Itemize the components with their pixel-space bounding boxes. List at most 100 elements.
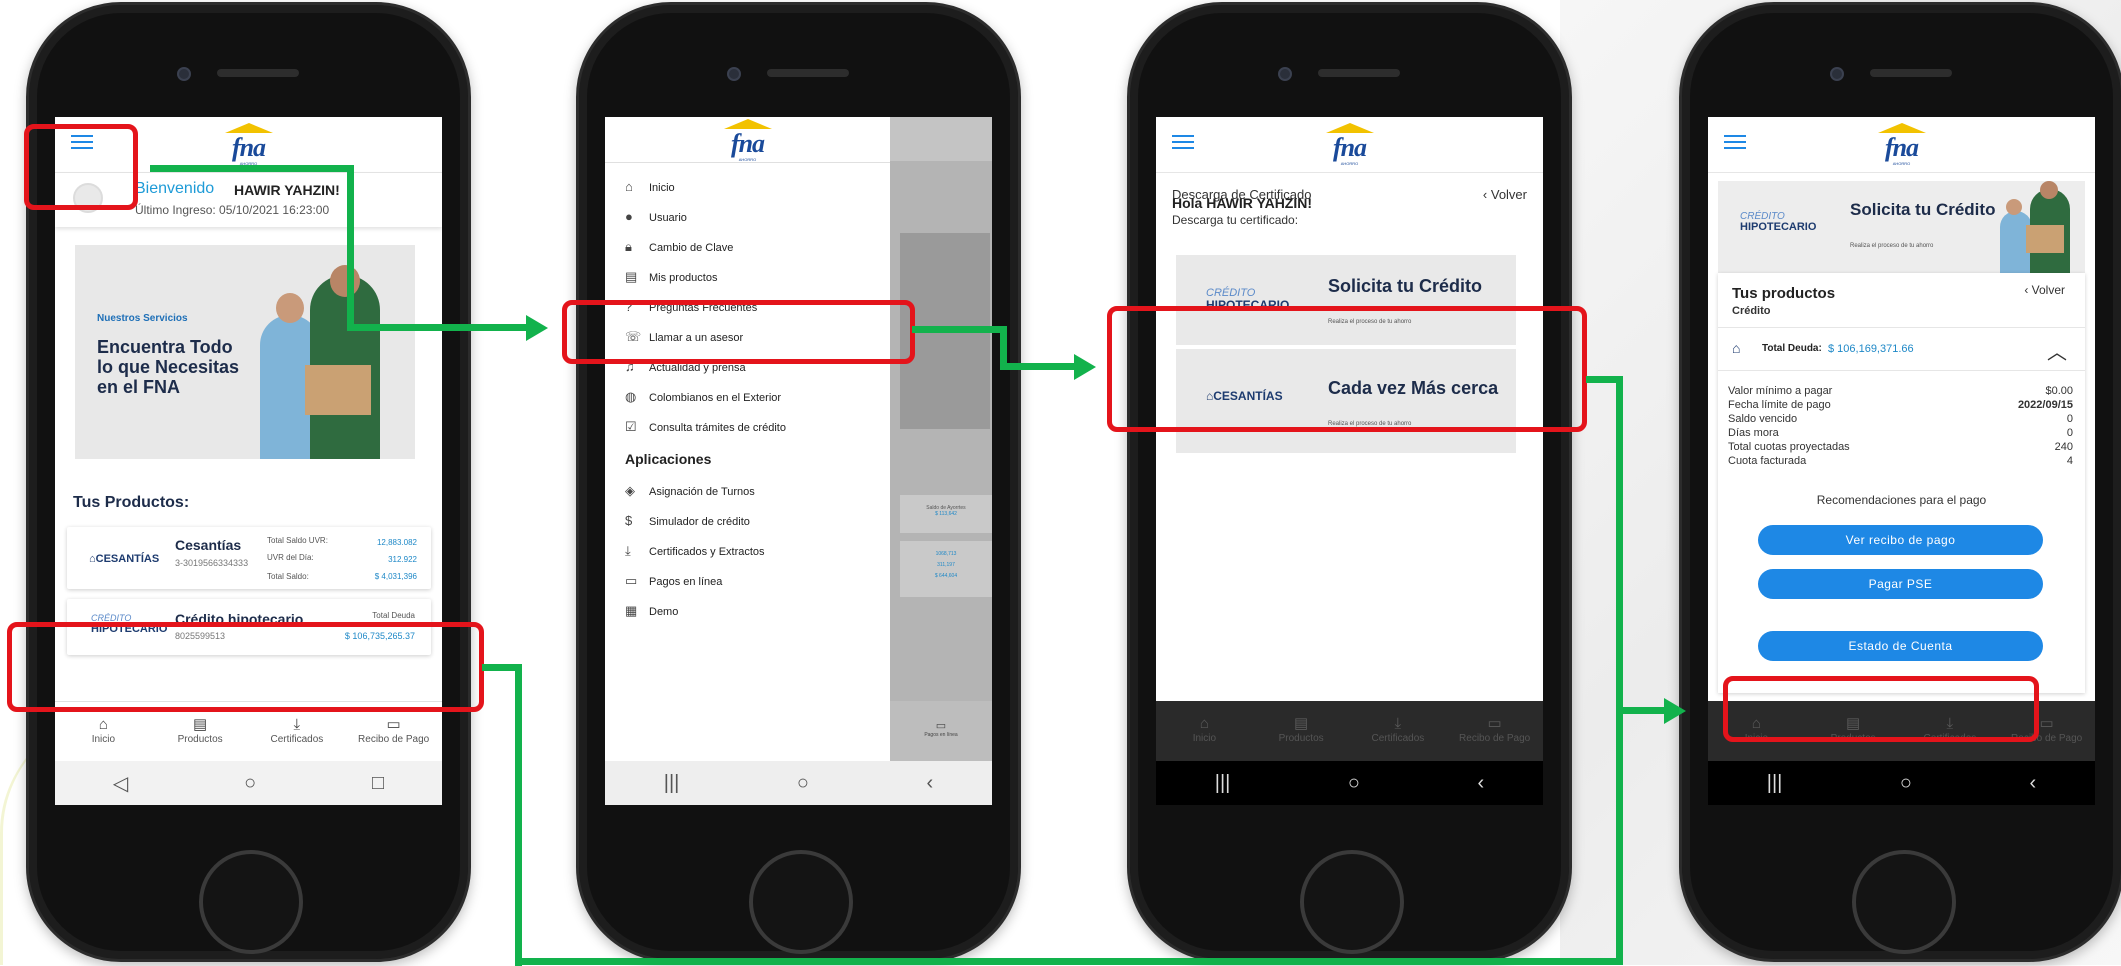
pagar-pse-button[interactable]: Pagar PSE [1758,569,2043,599]
home-icon: ⌂ [625,179,633,194]
home-button[interactable] [1300,850,1404,954]
banner-headline: Encuentra Todo lo que Necesitas en el FN… [97,337,240,397]
payment-recommendations: Recomendaciones para el pago [1816,493,1987,507]
speaker [217,69,299,77]
fna-logo: fna AHORRO [718,119,778,163]
flow-line [482,664,518,671]
menu-item-simulador[interactable]: $ Simulador de crédito [625,513,750,528]
drawer-overlay[interactable]: Saldo de Ayorrtes $ 113,642 1068,713 311,… [890,117,992,805]
flow-line [1000,363,1076,370]
clipboard-icon: ☑ [625,419,637,434]
nav-recibo[interactable]: ▭ Recibo de Pago [1446,701,1543,761]
recents-icon[interactable]: ||| [1767,772,1783,795]
flow-line [912,326,1006,333]
home-button[interactable] [749,850,853,954]
home-circle-icon[interactable]: ○ [1348,772,1360,795]
back-icon[interactable]: ‹ [1478,772,1485,795]
greeting: Hola HAWIR YAHZIN! [1172,195,1313,211]
menu-item-inicio[interactable]: ⌂ Inicio [625,179,675,194]
home-circle-icon[interactable]: ○ [1900,772,1912,795]
flow-line [1616,707,1666,714]
menu-item-mis-productos[interactable]: ▤ Mis productos [625,269,717,285]
phone-4: fna AHORRO CRÉDITO HIPOTECARIO Solicita tu… [1679,2,2121,962]
home-circle-icon[interactable]: ○ [797,772,809,795]
speaker [1318,69,1400,77]
hamburger-menu-icon[interactable] [1724,135,1746,151]
detail-row: Fecha límite de pago 2022/09/15 [1728,399,2073,411]
download-icon: ⤓ [293,716,301,733]
highlight-hamburger [24,124,138,210]
camera [727,67,741,81]
menu-item-cambio-clave[interactable]: 🔒︎ Cambio de Clave [625,239,733,255]
lock-icon: 🔒︎ [625,239,632,254]
highlight-credito-card [7,622,484,712]
house-icon: ⌂ [1732,340,1741,356]
chevron-up-icon[interactable]: ︿ [2047,336,2067,365]
flow-line [150,165,352,172]
download-icon: ⤓ [1394,715,1402,732]
menu-item-demo[interactable]: ▦ Demo [625,603,678,619]
credito-hipotecario-logo: CRÉDITO HIPOTECARIO [1740,211,1817,233]
products-title: Tus productos [1732,285,1836,302]
estado-cuenta-button[interactable]: Estado de Cuenta [1758,631,2043,661]
system-nav: ||| ○ ‹ [605,761,992,805]
nav-productos[interactable]: ▤ Productos [1253,701,1350,761]
user-icon: ● [625,209,633,224]
menu-item-pagos[interactable]: ▭ Pagos en línea [625,573,722,589]
back-link[interactable]: ‹ Volver [1483,187,1527,202]
row-label: Total Saldo UVR: [267,536,328,545]
detail-row: Saldo vencido 0 [1728,413,2073,425]
flow-line [1616,376,1623,965]
menu-item-consulta[interactable]: ☑ Consulta trámites de crédito [625,419,786,435]
credito-banner: CRÉDITO HIPOTECARIO Solicita tu Crédito R… [1718,181,2085,273]
back-icon[interactable]: ‹ [2030,772,2037,795]
bottom-nav: ⌂ Inicio ▤ Productos ⤓ Certificados ▭ Recibo… [1156,701,1543,761]
banner-label: Nuestros Servicios [97,313,188,324]
flow-arrow-head [1664,698,1686,724]
flow-arrow-head [1074,354,1096,380]
ver-recibo-button[interactable]: Ver recibo de pago [1758,525,2043,555]
hamburger-menu-icon[interactable] [1172,135,1194,151]
highlight-solicita-credito [1107,306,1587,432]
fna-logo: fna AHORRO [1320,123,1380,167]
menu-item-exterior[interactable]: ◍ Colombianos en el Exterior [625,389,781,405]
recents-icon[interactable]: ||| [1215,772,1231,795]
flow-line [1586,376,1623,383]
home-button[interactable] [1852,850,1956,954]
home-circle-icon[interactable]: ○ [244,772,256,795]
system-nav: ||| ○ ‹ [1708,761,2095,805]
products-panel: Tus productos Crédito ‹ Volver ⌂ Total D… [1718,273,2085,693]
side-drawer: fna AHORRO ⌂ Inicio ● Usuario 🔒︎ Cambio de C… [605,117,890,805]
flow-line [515,958,1623,965]
nav-inicio[interactable]: ⌂ Inicio [1156,701,1253,761]
recents-icon[interactable]: □ [372,772,384,795]
nav-certificados[interactable]: ⤓ Certificados [1350,701,1447,761]
menu-item-usuario[interactable]: ● Usuario [625,209,687,224]
product-card-cesantias[interactable]: ⌂CESANTÍAS Cesantías 3-3019566334333 Tot… [67,527,431,589]
back-icon[interactable]: ◁ [113,771,128,796]
download-icon: ⤓ [625,543,631,558]
system-nav: ||| ○ ‹ [1156,761,1543,805]
back-icon[interactable]: ‹ [927,772,934,795]
speaker [767,69,849,77]
menu-item-certificados[interactable]: ⤓ Certificados y Extractos [625,543,765,559]
recents-icon[interactable]: ||| [664,772,680,795]
couple-image [250,265,410,459]
subtitle: Descarga tu certificado: [1172,213,1299,227]
ticket-icon: ◈ [625,483,635,498]
building-icon: ▦ [625,603,638,618]
total-debt-row[interactable]: ⌂ Total Deuda: $ 106,169,371.66 ︿ [1718,327,2085,371]
welcome-user-name: HAWIR YAHZIN! [234,182,340,198]
banner-subtitle: Realiza el proceso de tu ahorro [1850,243,1934,249]
menu-item-turnos[interactable]: ◈ Asignación de Turnos [625,483,755,499]
products-title: Tus Productos: [73,494,190,511]
house-icon: ⌂ [89,553,96,565]
document-icon: ▤ [193,716,208,733]
flow-line [347,324,527,331]
services-banner[interactable]: Nuestros Servicios Encuentra Todo lo que… [75,245,415,459]
home-button[interactable] [199,850,303,954]
row-label: Total Saldo: [267,572,309,581]
back-link[interactable]: ‹ Volver [2024,283,2065,297]
product-id: 3-3019566334333 [175,558,249,568]
fna-logo: fna AHORRO [219,123,279,167]
